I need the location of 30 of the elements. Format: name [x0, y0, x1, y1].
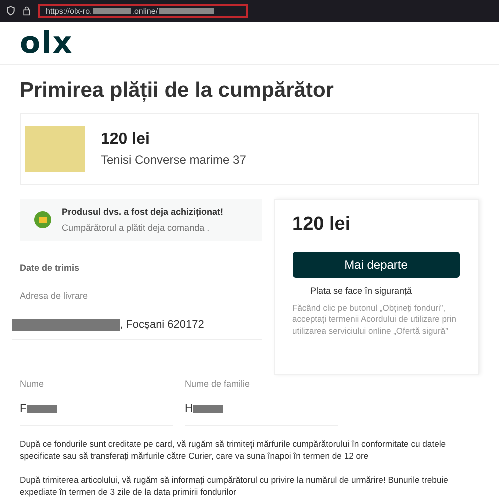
- name-field[interactable]: H: [185, 403, 338, 426]
- package-icon: [34, 211, 52, 229]
- product-name: Tenisi Converse marime 37: [101, 153, 246, 167]
- address-field[interactable]: https://olx-ro. .online/: [38, 4, 248, 18]
- url-text: https://olx-ro.: [46, 6, 92, 16]
- terms-text: Făcând clic pe butonul „Obțineți fonduri”, acceptați termenii Acordului de utilizare prin utilizarea serviciului online „Ofertă sigură”: [292, 303, 458, 338]
- field-label: Adresa de livrare: [20, 291, 90, 301]
- info-paragraph: După trimiterea articolului, vă rugăm să informați cumpărătorul cu privire la numărul de urmărire! Bunurile trebuie expediate în termen de 3 zile de la data primirii fondurilor: [20, 474, 450, 498]
- field-label: Nume de familie: [185, 379, 252, 389]
- info-paragraph: După ce fondurile sunt creditate pe card, vă rugăm să trimiteți mărfurile cumpărătorului în conformitate cu datele specificate sau să transferați mărfurile către Curier, care va suna înapoi în termen de 12 ore: [20, 438, 448, 462]
- section-heading: Date de trimis: [20, 263, 81, 273]
- shield-icon: [6, 6, 16, 16]
- redaction-bar: [192, 405, 223, 413]
- page-title: Primirea plății de la cumpărător: [20, 79, 335, 103]
- name-field[interactable]: F: [20, 403, 173, 426]
- photo-placeholder: [25, 126, 85, 172]
- address-field[interactable]: , Focșani 620172: [12, 319, 262, 340]
- notice-title: Produsul dvs. a fost deja achiziționat!: [62, 207, 224, 217]
- safety-note: Plata se face în siguranță: [310, 286, 414, 296]
- product-price: 120 lei: [101, 131, 151, 149]
- field-label: Nume: [20, 379, 46, 389]
- lock-icon: [22, 6, 32, 16]
- total-price: 120 lei: [292, 214, 352, 236]
- notice-text: Cumpărătorul a plătit deja comanda .: [62, 223, 211, 233]
- continue-button[interactable]: Mai departe: [292, 252, 460, 278]
- redaction-bar: [26, 405, 57, 413]
- redaction-bar: [93, 8, 132, 14]
- redaction-bar: [159, 8, 214, 14]
- url-text: .online/: [132, 6, 158, 16]
- logo[interactable]: olx: [20, 26, 74, 60]
